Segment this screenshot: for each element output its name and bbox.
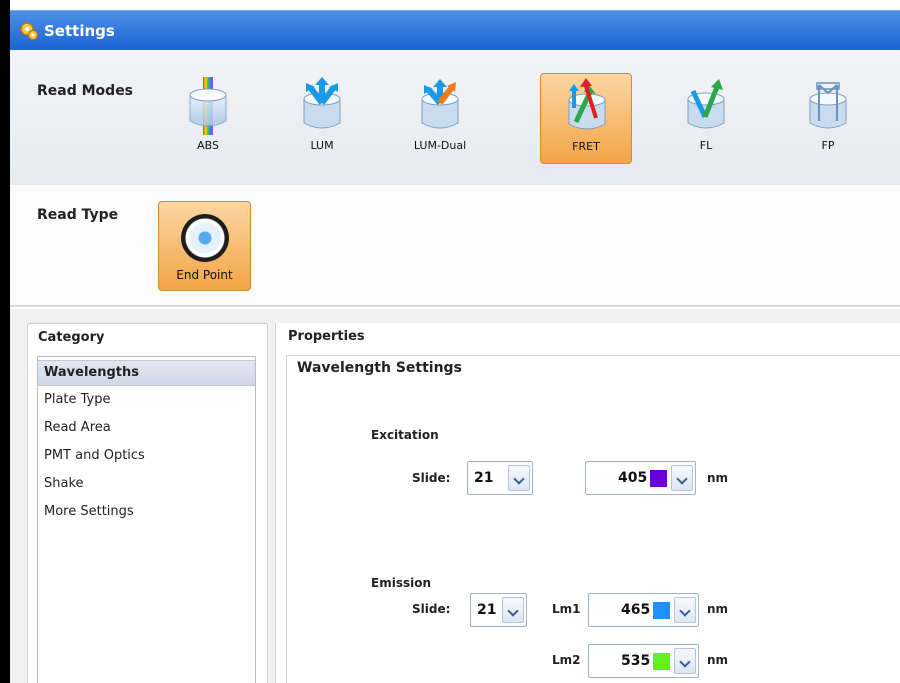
title-bar: Settings — [10, 10, 900, 50]
read-mode-label: LUM — [310, 139, 334, 152]
properties-panel: Properties Wavelength Settings Excitatio… — [275, 323, 900, 683]
lm1-wavelength-select[interactable]: 465 — [588, 593, 699, 627]
settings-window: Settings Read Modes ABS LUM LUM-Dual FRE… — [0, 0, 900, 683]
read-mode-fret-button[interactable]: FRET — [540, 73, 632, 164]
chevron-down-icon[interactable] — [674, 648, 696, 674]
lm2-color-swatch — [653, 653, 670, 670]
read-mode-fp-button[interactable]: FP — [782, 73, 874, 164]
read-mode-lum-dual-button[interactable]: LUM-Dual — [394, 73, 486, 164]
category-panel: Category Wavelengths Plate Type Read Are… — [27, 323, 268, 683]
emission-slide-select[interactable]: 21 — [470, 593, 527, 627]
chevron-down-icon[interactable] — [674, 597, 696, 623]
end-point-icon — [181, 214, 229, 262]
category-item-more-settings[interactable]: More Settings — [38, 498, 255, 526]
emission-slide-value: 21 — [477, 602, 497, 618]
excitation-slide-select[interactable]: 21 — [467, 461, 533, 495]
read-mode-lum-button[interactable]: LUM — [276, 73, 368, 164]
lm2-label: Lm2 — [552, 653, 581, 667]
lm2-wavelength-value: 535 — [621, 653, 651, 669]
read-mode-label: ABS — [197, 139, 219, 152]
fp-mode-icon — [809, 82, 847, 129]
category-item-wavelengths[interactable]: Wavelengths — [38, 360, 255, 386]
category-list[interactable]: Wavelengths Plate Type Read Area PMT and… — [37, 356, 256, 683]
lm2-unit: nm — [707, 653, 729, 667]
lm1-color-swatch — [653, 602, 670, 619]
excitation-color-swatch — [650, 470, 667, 487]
gear-icon — [20, 21, 39, 40]
fl-mode-icon — [687, 79, 725, 129]
category-item-shake[interactable]: Shake — [38, 470, 255, 498]
wavelength-settings-panel: Wavelength Settings Excitation Slide: 21… — [286, 355, 900, 683]
lm1-label: Lm1 — [552, 602, 581, 616]
read-type-label: Read Type — [37, 207, 119, 223]
chevron-down-icon[interactable] — [502, 597, 524, 623]
chevron-down-icon[interactable] — [508, 465, 530, 491]
read-mode-label: FL — [699, 139, 713, 152]
lum-mode-icon — [303, 77, 341, 129]
emission-label: Emission — [371, 576, 431, 590]
excitation-label: Excitation — [371, 428, 439, 442]
excitation-unit: nm — [707, 471, 729, 485]
lum-dual-mode-icon — [421, 79, 459, 129]
wavelength-settings-title: Wavelength Settings — [297, 360, 462, 376]
window-title: Settings — [44, 21, 115, 40]
read-type-bar: Read Type End Point — [10, 185, 900, 307]
read-mode-abs-button[interactable]: ABS — [162, 73, 254, 164]
abs-mode-icon — [189, 77, 227, 135]
lm2-wavelength-select[interactable]: 535 — [588, 644, 699, 678]
read-mode-fl-button[interactable]: FL — [660, 73, 752, 164]
properties-title: Properties — [288, 329, 365, 344]
read-modes-label: Read Modes — [37, 83, 134, 99]
emission-slide-label: Slide: — [412, 602, 451, 616]
category-item-plate-type[interactable]: Plate Type — [38, 386, 255, 414]
settings-lower-area: Category Wavelengths Plate Type Read Are… — [10, 309, 900, 683]
read-mode-label: FRET — [572, 140, 600, 153]
chevron-down-icon[interactable] — [671, 465, 693, 491]
excitation-slide-label: Slide: — [412, 471, 451, 485]
fret-mode-icon — [568, 78, 606, 130]
read-mode-label: FP — [821, 139, 835, 152]
read-mode-label: LUM-Dual — [413, 139, 467, 152]
excitation-slide-value: 21 — [474, 470, 494, 486]
read-modes-bar: Read Modes ABS LUM LUM-Dual FRET FL FP — [10, 50, 900, 185]
category-item-read-area[interactable]: Read Area — [38, 414, 255, 442]
excitation-wavelength-select[interactable]: 405 — [585, 461, 696, 495]
category-item-pmt-and-optics[interactable]: PMT and Optics — [38, 442, 255, 470]
category-title: Category — [38, 330, 105, 345]
lm1-unit: nm — [707, 602, 729, 616]
lm1-wavelength-value: 465 — [621, 602, 651, 618]
excitation-wavelength-value: 405 — [618, 470, 648, 486]
end-point-label: End Point — [176, 268, 233, 282]
end-point-button[interactable]: End Point — [158, 201, 251, 291]
